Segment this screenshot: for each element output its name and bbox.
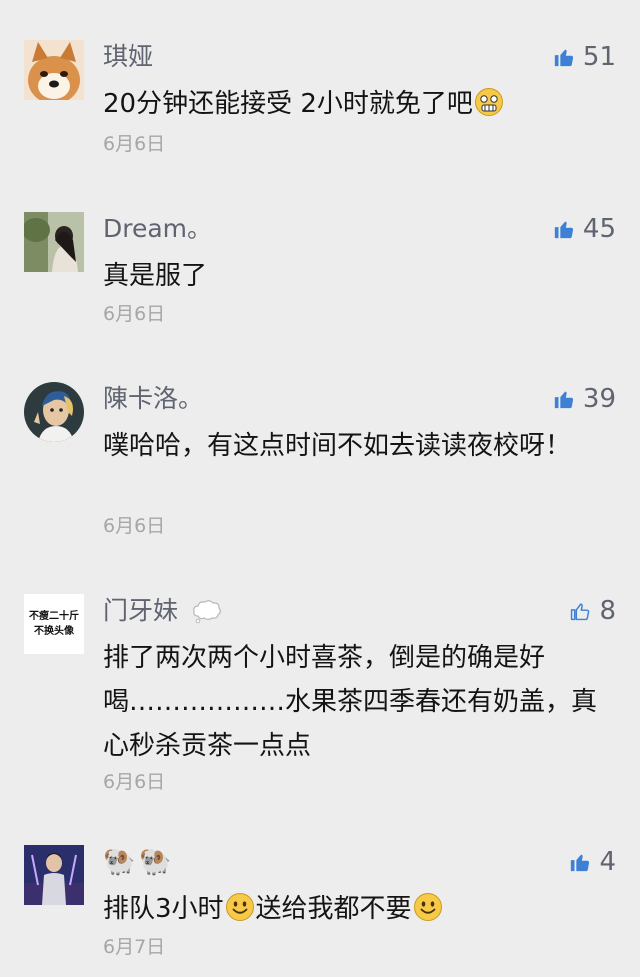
comment-author[interactable]: 琪娅 (103, 40, 153, 74)
like-button[interactable]: 39 (553, 382, 616, 416)
comment-text: 噗哈哈，有这点时间不如去读读夜校呀！ (103, 431, 572, 461)
comment-author[interactable]: 🐏🐏 (103, 845, 176, 879)
speech-bubble-icon (193, 600, 221, 624)
comment-text: 排了两次两个小时喜茶，倒是的确是好喝………………水果茶四季春还有奶盖，真心秒杀贡… (103, 643, 598, 761)
comment-date: 6月6日 (103, 515, 166, 537)
comment-text-part: 排队3小时 (103, 894, 224, 924)
comment-date: 6月6日 (103, 133, 166, 155)
comment-text: 20分钟还能接受 2小时就免了吧 (103, 82, 613, 126)
comment-date: 6月6日 (103, 303, 166, 325)
comment-author[interactable]: 陳卡洛。 (103, 382, 203, 416)
avatar[interactable] (24, 212, 84, 272)
like-button[interactable]: 4 (569, 845, 616, 879)
avatar[interactable] (24, 40, 84, 100)
avatar[interactable] (24, 845, 84, 905)
like-count: 51 (582, 42, 616, 72)
avatar[interactable]: 不瘦二十斤 不换头像 (24, 594, 84, 654)
thumbs-up-icon (554, 391, 574, 409)
like-count: 4 (599, 847, 616, 877)
comment-text-part: 送给我都不要 (255, 894, 412, 924)
thumbs-up-outline-icon (571, 603, 590, 621)
comment-text-content: 20分钟还能接受 2小时就免了吧 (103, 89, 473, 119)
thumbs-up-icon (554, 221, 574, 239)
author-name-text: 门牙妹 (103, 596, 179, 625)
like-button[interactable]: 45 (553, 212, 616, 246)
comment-date: 6月6日 (103, 771, 166, 793)
smile-emoji-icon (413, 892, 443, 922)
avatar[interactable] (24, 382, 84, 442)
like-button[interactable]: 51 (553, 40, 616, 74)
thumbs-up-icon (571, 854, 590, 872)
like-count: 45 (582, 214, 616, 244)
comment-date: 6月7日 (103, 936, 166, 958)
comment-text: 排队3小时 送给我都不要 (103, 887, 613, 931)
thumbs-up-icon (554, 49, 574, 67)
avatar-text-line: 不瘦二十斤 (29, 611, 79, 622)
like-count: 39 (582, 384, 616, 414)
comment-author[interactable]: Dream。 (103, 212, 212, 246)
comment-author[interactable]: 门牙妹 (103, 594, 222, 628)
like-button[interactable]: 8 (569, 594, 616, 628)
avatar-text-line: 不换头像 (34, 626, 74, 637)
like-count: 8 (599, 596, 616, 626)
comment-text: 真是服了 (103, 261, 208, 291)
grimace-emoji-icon (474, 87, 504, 117)
smile-emoji-icon (225, 892, 255, 922)
